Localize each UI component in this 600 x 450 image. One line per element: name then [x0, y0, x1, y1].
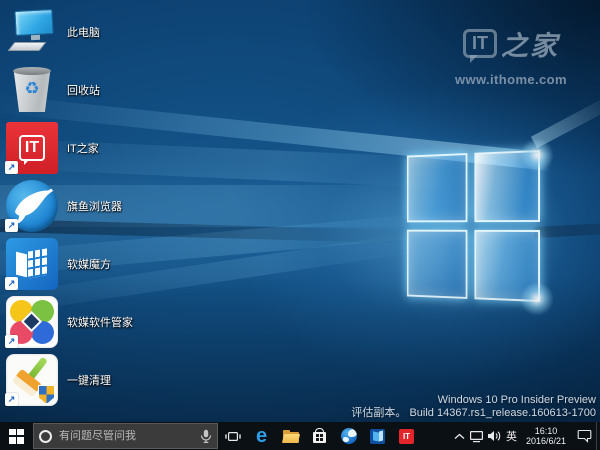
cortana-icon — [39, 430, 52, 443]
cortana-search-box[interactable] — [33, 423, 218, 449]
tray-date: 2016/6/21 — [526, 436, 566, 447]
icon-label: 旗鱼浏览器 — [67, 198, 122, 214]
ithome-watermark: IT 之家 www.ithome.com — [455, 24, 567, 87]
mofang-taskbar-button[interactable] — [363, 422, 392, 450]
shortcut-arrow-icon — [5, 277, 18, 290]
icon-label: 此电脑 — [67, 24, 100, 40]
icon-label: 一键清理 — [67, 372, 111, 388]
desktop-icon-list: 此电脑 回收站 IT IT之家 — [4, 6, 133, 412]
file-explorer-button[interactable] — [276, 422, 305, 450]
insider-build-watermark: Windows 10 Pro Insider Preview 评估副本。 Bui… — [351, 394, 596, 420]
build-line2: 评估副本。 Build 14367.rs1_release.160613-170… — [351, 407, 596, 420]
network-status-icon[interactable] — [467, 422, 485, 450]
ithome-app-icon: IT — [4, 122, 60, 174]
desktop-icon-mofang[interactable]: 软媒魔方 — [4, 238, 133, 290]
show-hidden-icons-button[interactable] — [452, 422, 467, 450]
windows-desktop: IT 之家 www.ithome.com Windows 10 Pro Insi… — [0, 0, 600, 450]
tray-time: 16:10 — [526, 426, 566, 437]
ithome-logo-icon: IT — [463, 29, 497, 58]
shortcut-arrow-icon — [5, 219, 18, 232]
desktop-icon-sailfish-browser[interactable]: 旗鱼浏览器 — [4, 180, 133, 232]
task-view-button[interactable] — [218, 422, 247, 450]
volume-icon[interactable] — [485, 422, 503, 450]
build-line1: Windows 10 Pro Insider Preview — [351, 394, 596, 407]
ithome-logo-script: 之家 — [501, 24, 559, 63]
ithome-site-url: www.ithome.com — [455, 72, 567, 87]
mofang-cube-icon — [4, 238, 60, 290]
action-center-button[interactable] — [572, 422, 596, 450]
clock[interactable]: 16:10 2016/6/21 — [520, 422, 572, 450]
ithome-icon: IT — [399, 429, 414, 444]
icon-label: 软媒软件管家 — [67, 314, 133, 330]
icon-label: IT之家 — [67, 140, 99, 156]
desktop-icon-ithome[interactable]: IT IT之家 — [4, 122, 133, 174]
desktop-icon-software-manager[interactable]: 软媒软件管家 — [4, 296, 133, 348]
mofang-cube-icon — [370, 429, 385, 444]
edge-icon: e — [256, 426, 267, 446]
search-input[interactable] — [52, 430, 200, 442]
taskbar: e IT — [0, 422, 600, 450]
system-tray: 英 16:10 2016/6/21 — [452, 422, 600, 450]
start-button[interactable] — [0, 422, 33, 450]
icon-label: 软媒魔方 — [67, 256, 111, 272]
icon-label: 回收站 — [67, 82, 100, 98]
recycle-bin-icon — [4, 64, 60, 116]
shortcut-arrow-icon — [5, 161, 18, 174]
store-bag-icon — [313, 432, 326, 443]
cleaner-broom-icon — [4, 354, 60, 406]
shortcut-arrow-icon — [5, 335, 18, 348]
sailfish-browser-icon — [4, 180, 60, 232]
this-pc-icon — [4, 6, 60, 58]
desktop-icon-one-key-clean[interactable]: 一键清理 — [4, 354, 133, 406]
globe-browser-button[interactable] — [334, 422, 363, 450]
input-language-indicator[interactable]: 英 — [503, 422, 520, 450]
windows-store-button[interactable] — [305, 422, 334, 450]
show-desktop-button[interactable] — [596, 422, 600, 450]
folder-icon — [283, 430, 299, 443]
shortcut-arrow-icon — [5, 393, 18, 406]
globe-icon — [341, 428, 357, 444]
ithome-taskbar-button[interactable]: IT — [392, 422, 421, 450]
ithome-it-glyph: IT — [19, 135, 45, 160]
windows-logo-icon — [9, 429, 24, 444]
desktop-icon-this-pc[interactable]: 此电脑 — [4, 6, 133, 58]
edge-browser-button[interactable]: e — [247, 422, 276, 450]
software-manager-icon — [4, 296, 60, 348]
desktop-icon-recycle-bin[interactable]: 回收站 — [4, 64, 133, 116]
microphone-icon[interactable] — [200, 429, 212, 444]
